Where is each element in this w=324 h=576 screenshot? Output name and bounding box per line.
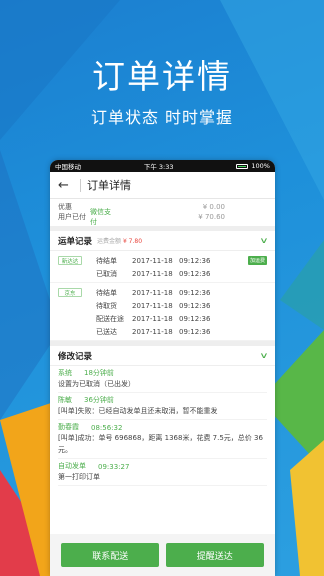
entry-status: 待结单 — [96, 288, 117, 297]
contact-courier-button[interactable]: 联系配送 — [61, 543, 160, 567]
status-bar: 中国移动 下午 3:33 100% — [50, 160, 275, 172]
payment-row-paid: 用户已付 微信支付 ¥ 70.60 — [58, 208, 267, 226]
arrow-left-icon[interactable]: ← — [58, 178, 74, 193]
entry-status: 配送在途 — [96, 314, 124, 323]
log-message: 设置为已取消（已出发） — [58, 378, 267, 393]
status-time: 下午 3:33 — [143, 163, 174, 171]
promo-headline: 订单详情 — [92, 57, 232, 96]
payment-amount: ¥ 70.60 — [198, 213, 225, 221]
nav-divider — [80, 178, 81, 192]
carrier-block: 新达达 待结单 2017-11-18 09:12:36 加运费 已取消 2017… — [50, 251, 275, 283]
shipping-header[interactable]: 运单记录 运费金额 ¥ 7.80 ∨ — [50, 231, 275, 251]
changes-title: 修改记录 — [58, 351, 93, 362]
payment-amount: ¥ 0.00 — [202, 203, 225, 211]
payment-label: 用户已付 — [58, 213, 86, 221]
log-message: 第一打印订单 — [58, 471, 267, 486]
shipping-entry: 已取消 2017-11-18 09:12:36 — [96, 267, 267, 280]
shipping-fee: 运费金额 ¥ 7.80 — [97, 236, 142, 245]
entry-date: 2017-11-18 — [132, 256, 173, 265]
chevron-down-icon[interactable]: ∨ — [259, 351, 268, 360]
carrier-block: 京东 待结单 2017-11-18 09:12:36 待取货 2017-11-1… — [50, 283, 275, 341]
entry-time: 09:12:36 — [179, 269, 211, 278]
log-meta: 陈敏 36分钟前 — [58, 393, 267, 405]
log-time: 36分钟前 — [84, 396, 114, 404]
entry-time: 09:12:36 — [179, 256, 211, 265]
carrier-entries: 待结单 2017-11-18 09:12:36 待取货 2017-11-18 0… — [96, 286, 267, 338]
promo-subline: 订单状态 时时掌握 — [90, 108, 234, 127]
entry-time: 09:12:36 — [179, 327, 211, 336]
log-message: [叫单]失败：已经自动发单且还未取消，暂不能重发 — [58, 405, 267, 420]
entry-status: 已送达 — [96, 327, 117, 336]
changes-header[interactable]: 修改记录 ∨ — [50, 346, 275, 366]
shipping-entry: 待结单 2017-11-18 09:12:36 加运费 — [96, 254, 267, 267]
extra-fee-badge[interactable]: 加运费 — [247, 256, 267, 265]
entry-time: 09:12:36 — [179, 314, 211, 323]
log-author: 陈敏 — [58, 396, 72, 404]
battery-icon — [236, 163, 249, 169]
entry-status: 待取货 — [96, 301, 117, 310]
status-right: 100% — [236, 162, 270, 170]
entry-status: 待结单 — [96, 256, 117, 265]
carrier-tag: 京东 — [58, 288, 82, 297]
carrier-tag: 新达达 — [58, 256, 82, 265]
log-time: 08:56:32 — [91, 424, 123, 432]
payment-summary: 优惠 ¥ 0.00 用户已付 微信支付 ¥ 70.60 — [50, 199, 275, 226]
carrier-name: 中国移动 — [55, 163, 81, 171]
battery-level: 100% — [251, 162, 270, 170]
log-author: 自动发单 — [58, 462, 86, 470]
entry-date: 2017-11-18 — [132, 327, 173, 336]
log-meta: 系统 18分钟前 — [58, 366, 267, 378]
shipping-entry: 待结单 2017-11-18 09:12:36 — [96, 286, 267, 299]
log-time: 09:33:27 — [98, 463, 130, 471]
entry-date: 2017-11-18 — [132, 301, 173, 310]
log-author: 系统 — [58, 369, 72, 377]
log-message: [叫单]成功：单号 696868，距离 1368米，花费 7.5元，总价 36元… — [58, 432, 267, 459]
page-title: 订单详情 — [87, 179, 131, 192]
remind-delivery-button[interactable]: 提醒送达 — [165, 543, 264, 567]
action-bar: 联系配送 提醒送达 — [50, 534, 275, 576]
shipping-entry: 已送达 2017-11-18 09:12:36 — [96, 325, 267, 338]
shipping-entry: 配送在途 2017-11-18 09:12:36 — [96, 312, 267, 325]
payment-label: 优惠 — [58, 203, 72, 211]
entry-date: 2017-11-18 — [132, 269, 173, 278]
carrier-entries: 待结单 2017-11-18 09:12:36 加运费 已取消 2017-11-… — [96, 254, 267, 280]
log-time: 18分钟前 — [84, 369, 114, 377]
entry-date: 2017-11-18 — [132, 288, 173, 297]
fee-label: 运费金额 — [97, 238, 122, 245]
log-meta: 勤春霞 08:56:32 — [58, 420, 267, 432]
entry-time: 09:12:36 — [179, 288, 211, 297]
payment-method: 微信支付 — [90, 208, 111, 226]
entry-date: 2017-11-18 — [132, 314, 173, 323]
fee-value: ¥ 7.80 — [122, 238, 143, 245]
shipping-entry: 待取货 2017-11-18 09:12:36 — [96, 299, 267, 312]
chevron-down-icon[interactable]: ∨ — [259, 236, 268, 245]
change-log: 系统 18分钟前 设置为已取消（已出发） 陈敏 36分钟前 [叫单]失败：已经自… — [50, 366, 275, 486]
shipping-title: 运单记录 — [58, 236, 93, 247]
nav-bar: ← 订单详情 — [50, 172, 275, 199]
log-meta: 自动发单 09:33:27 — [58, 459, 267, 471]
entry-status: 已取消 — [96, 269, 117, 278]
entry-time: 09:12:36 — [179, 301, 211, 310]
phone-screen: 中国移动 下午 3:33 100% ← 订单详情 优惠 ¥ 0.00 用户已付 … — [50, 160, 275, 576]
log-author: 勤春霞 — [58, 423, 79, 431]
